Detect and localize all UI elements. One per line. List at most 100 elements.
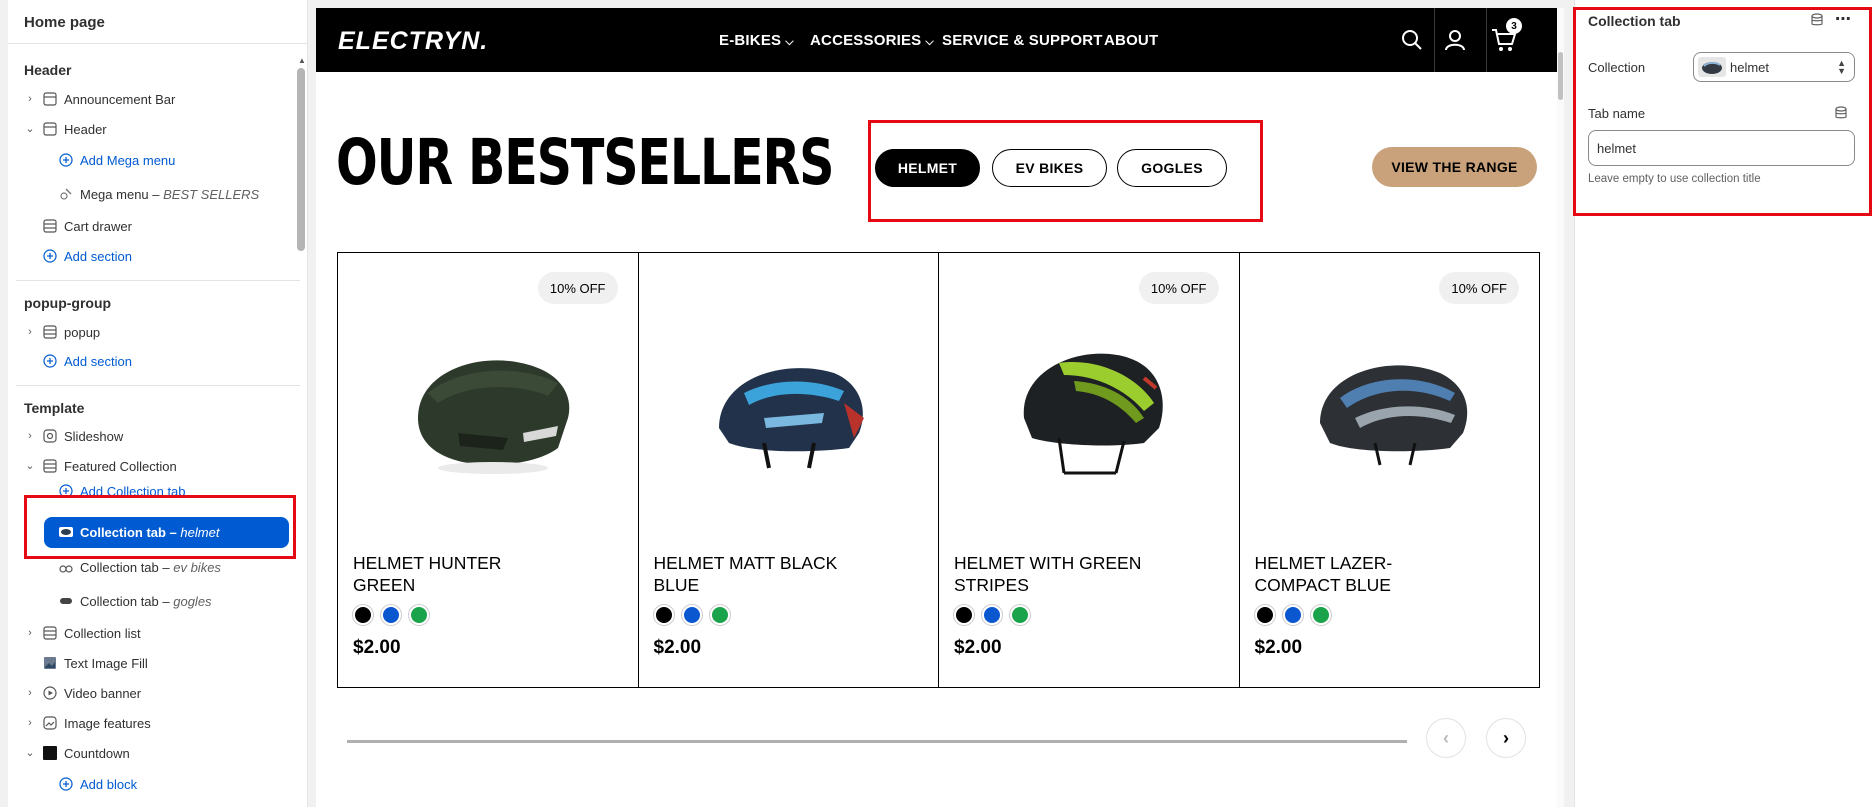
section-icon bbox=[42, 625, 58, 641]
product-image[interactable] bbox=[383, 313, 593, 513]
sidebar-item-video-banner[interactable]: › Video banner bbox=[8, 678, 307, 708]
product-image[interactable] bbox=[1285, 313, 1495, 513]
preview-scrollbar[interactable] bbox=[1557, 8, 1564, 807]
swatch-green[interactable] bbox=[409, 605, 429, 625]
image-icon bbox=[42, 655, 58, 671]
sidebar-item-announcement-bar[interactable]: › Announcement Bar bbox=[8, 84, 307, 114]
product-price: $2.00 bbox=[653, 637, 702, 658]
sidebar-item-featured-collection[interactable]: ⌄ Featured Collection bbox=[8, 451, 307, 481]
product-card[interactable]: 10% OFF HELMET LAZER-COMPACT BLUE $2.00 bbox=[1240, 253, 1540, 687]
chevron-down-icon: ⌵ bbox=[785, 36, 794, 48]
database-icon[interactable] bbox=[1810, 13, 1824, 32]
swatch-black[interactable] bbox=[954, 605, 974, 625]
sidebar-item-countdown[interactable]: ⌄ Countdown bbox=[8, 738, 307, 768]
color-swatches bbox=[653, 605, 730, 625]
swatch-green[interactable] bbox=[1310, 605, 1331, 625]
sidebar-item-header[interactable]: ⌄ Header bbox=[8, 114, 307, 144]
swatch-black[interactable] bbox=[653, 605, 674, 625]
add-mega-menu-label: Add Mega menu bbox=[80, 152, 176, 168]
section-icon bbox=[42, 121, 58, 137]
add-block-button[interactable]: Add block bbox=[8, 769, 307, 799]
sidebar-item-text-image-fill[interactable]: Text Image Fill bbox=[8, 648, 307, 678]
swatch-blue[interactable] bbox=[681, 605, 702, 625]
database-icon[interactable] bbox=[1834, 106, 1848, 125]
chevron-right-icon[interactable]: › bbox=[24, 430, 36, 442]
sidebar-item-mega-menu[interactable]: Mega menu – BEST SELLERS bbox=[8, 179, 307, 209]
product-card[interactable]: HELMET MATT BLACK BLUE $2.00 bbox=[639, 253, 939, 687]
nav-about[interactable]: ABOUT bbox=[1104, 32, 1158, 49]
add-collection-tab-button[interactable]: Add Collection tab bbox=[8, 484, 307, 514]
sidebar-item-label: Text Image Fill bbox=[64, 655, 148, 671]
chevron-right-icon[interactable]: › bbox=[24, 717, 36, 729]
group-title-header: Header bbox=[24, 62, 72, 78]
scrollbar-thumb[interactable] bbox=[1558, 52, 1563, 100]
sidebar-item-collection-tab-gogles[interactable]: Collection tab – gogles bbox=[8, 586, 307, 616]
product-card[interactable]: 10% OFF HELMET HUNTER GREEN $2.00 bbox=[338, 253, 639, 687]
scroll-up-icon[interactable]: ▲ bbox=[298, 56, 306, 65]
storefront-preview: ELECTRYN. E-BIKES ⌵ ACCESSORIES ⌵ SERVICE … bbox=[316, 8, 1564, 807]
sidebar-item-slideshow[interactable]: › Slideshow bbox=[8, 421, 307, 451]
chevron-down-icon[interactable]: ⌄ bbox=[24, 123, 36, 135]
view-the-range-button[interactable]: VIEW THE RANGE bbox=[1372, 147, 1537, 187]
sidebar-item-cart-drawer[interactable]: Cart drawer bbox=[8, 211, 307, 241]
sidebar-item-label: Header bbox=[64, 121, 107, 137]
chevron-down-icon[interactable]: ⌄ bbox=[24, 747, 36, 759]
scrollbar-thumb[interactable] bbox=[297, 68, 305, 251]
chevron-down-icon[interactable]: ⌄ bbox=[24, 460, 36, 472]
add-mega-menu-button[interactable]: Add Mega menu bbox=[8, 145, 307, 175]
chevron-right-icon[interactable]: › bbox=[24, 627, 36, 639]
chevron-right-icon[interactable]: › bbox=[24, 687, 36, 699]
swatch-blue[interactable] bbox=[982, 605, 1002, 625]
plus-circle-icon bbox=[42, 353, 58, 369]
product-title[interactable]: HELMET WITH GREEN STRIPES bbox=[954, 552, 1154, 596]
collection-thumbnail-icon bbox=[1698, 57, 1726, 77]
carousel-progress-bar bbox=[347, 740, 1407, 743]
sidebar-item-label: Mega menu – BEST SELLERS bbox=[80, 186, 260, 202]
swatch-blue[interactable] bbox=[1282, 605, 1303, 625]
product-title[interactable]: HELMET LAZER-COMPACT BLUE bbox=[1255, 552, 1455, 596]
more-actions-icon[interactable]: ⋯ bbox=[1835, 9, 1852, 29]
countdown-icon bbox=[42, 745, 58, 761]
carousel-next-button[interactable]: › bbox=[1486, 718, 1526, 758]
sidebar-item-image-features[interactable]: › Image features bbox=[8, 708, 307, 738]
panel-title: Collection tab bbox=[1588, 13, 1681, 29]
brand-logo[interactable]: ELECTRYN. bbox=[338, 27, 488, 56]
sidebar-scrollbar[interactable]: ▲ bbox=[297, 56, 306, 796]
add-section-button[interactable]: Add section bbox=[8, 346, 307, 376]
swatch-green[interactable] bbox=[709, 605, 730, 625]
chevron-right-icon[interactable]: › bbox=[24, 93, 36, 105]
sidebar-item-collection-list[interactable]: › Collection list bbox=[8, 618, 307, 648]
swatch-blue[interactable] bbox=[381, 605, 401, 625]
account-icon[interactable] bbox=[1440, 25, 1470, 55]
add-section-label: Add section bbox=[64, 353, 132, 369]
product-card[interactable]: 10% OFF HELMET WITH GREEN STRIPES $2.00 bbox=[939, 253, 1240, 687]
color-swatches bbox=[1254, 605, 1331, 625]
carousel-prev-button[interactable]: ‹ bbox=[1426, 718, 1466, 758]
nav-e-bikes[interactable]: E-BIKES ⌵ bbox=[719, 32, 794, 49]
add-section-button[interactable]: Add section bbox=[8, 241, 307, 271]
nav-accessories[interactable]: ACCESSORIES ⌵ bbox=[810, 32, 934, 49]
color-swatches bbox=[954, 605, 1030, 625]
sidebar-item-popup[interactable]: › popup bbox=[8, 317, 307, 347]
product-image[interactable] bbox=[684, 313, 894, 513]
product-title[interactable]: HELMET HUNTER GREEN bbox=[353, 552, 553, 596]
add-block-label: Add block bbox=[80, 776, 138, 792]
tab-ev-bikes[interactable]: EV BIKES bbox=[992, 149, 1107, 187]
collection-thumbnail-icon bbox=[58, 525, 74, 539]
swatch-green[interactable] bbox=[1010, 605, 1030, 625]
tab-name-input[interactable]: helmet bbox=[1588, 130, 1855, 166]
search-icon[interactable] bbox=[1397, 25, 1427, 55]
section-icon bbox=[42, 218, 58, 234]
sidebar-item-collection-tab-ev-bikes[interactable]: Collection tab – ev bikes bbox=[8, 552, 307, 582]
sidebar-item-collection-tab-helmet[interactable]: Collection tab – helmet bbox=[44, 517, 289, 548]
swatch-black[interactable] bbox=[353, 605, 373, 625]
chevron-right-icon[interactable]: › bbox=[24, 326, 36, 338]
product-title[interactable]: HELMET MATT BLACK BLUE bbox=[654, 552, 854, 596]
tab-helmet[interactable]: HELMET bbox=[875, 149, 980, 187]
tab-gogles[interactable]: GOGLES bbox=[1117, 149, 1227, 187]
nav-service-support[interactable]: SERVICE & SUPPORT bbox=[942, 32, 1103, 49]
swatch-black[interactable] bbox=[1254, 605, 1275, 625]
section-icon bbox=[42, 91, 58, 107]
product-image[interactable] bbox=[984, 313, 1194, 513]
collection-picker[interactable]: helmet ▲ ▼ bbox=[1693, 52, 1855, 82]
